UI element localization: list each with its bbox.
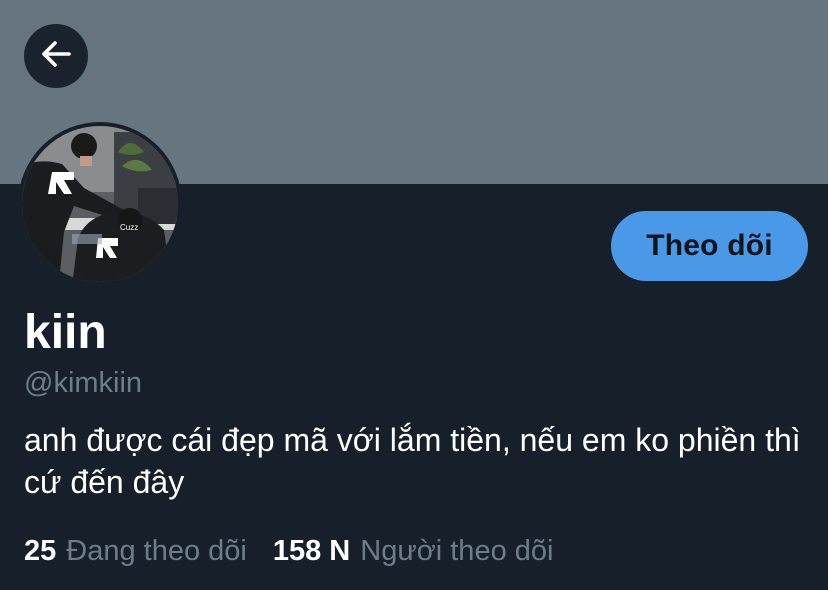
avatar[interactable]: Cuzz — [18, 122, 182, 286]
followers-stat[interactable]: 158 N Người theo dõi — [273, 532, 554, 570]
arrow-left-icon — [38, 36, 74, 77]
following-count: 25 — [24, 535, 57, 567]
username-handle: @kimkiin — [24, 367, 143, 399]
follow-button[interactable]: Theo dõi — [611, 211, 808, 281]
following-stat[interactable]: 25 Đang theo dõi — [24, 532, 247, 570]
back-button[interactable] — [24, 24, 88, 88]
following-label: Đang theo dõi — [66, 535, 247, 567]
profile-bio: anh được cái đẹp mã với lắm tiền, nếu em… — [24, 422, 801, 500]
followers-label: Người theo dõi — [360, 535, 554, 567]
follow-stats: 25 Đang theo dõi 158 N Người theo dõi — [24, 532, 553, 570]
display-name: kiin — [24, 306, 107, 359]
avatar-caption: Cuzz — [120, 223, 138, 232]
profile-page: Cuzz Theo dõi kiin @kimkiin anh được cái… — [0, 0, 828, 590]
followers-count: 158 N — [272, 535, 351, 567]
